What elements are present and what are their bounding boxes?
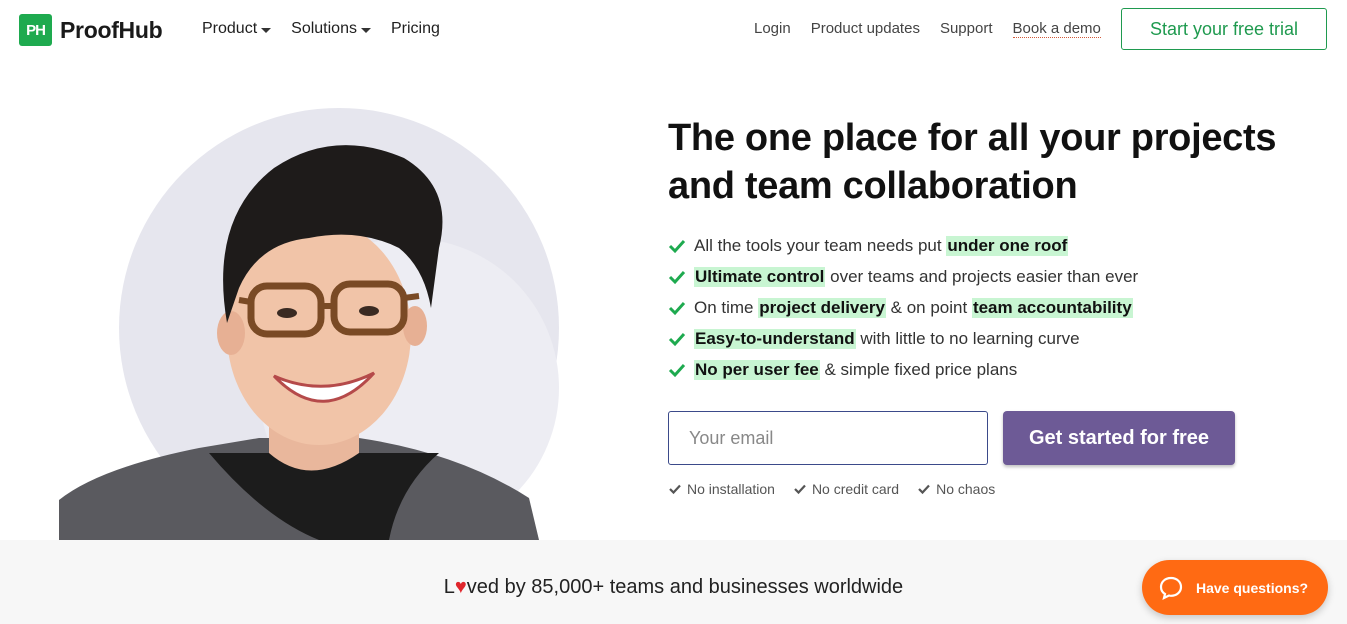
note-no-credit-card: No credit card xyxy=(793,481,899,497)
check-icon xyxy=(794,484,806,495)
hero-illustration xyxy=(59,108,579,540)
check-icon xyxy=(668,239,686,253)
feature-text: On time xyxy=(694,297,759,317)
feature-text: All the tools your team needs put xyxy=(694,235,947,255)
loved-prefix: L xyxy=(443,576,455,598)
hero-headline: The one place for all your projects and … xyxy=(668,117,1277,207)
nav-solutions[interactable]: Solutions xyxy=(291,20,371,38)
feature-highlight: Easy-to-understand xyxy=(694,328,856,349)
feature-item: Ultimate control over teams and projects… xyxy=(668,261,1138,292)
check-icon xyxy=(668,270,686,284)
note-no-chaos: No chaos xyxy=(917,481,995,497)
nav-pricing[interactable]: Pricing xyxy=(391,20,440,38)
feature-highlight: team accountability xyxy=(971,297,1133,318)
email-input[interactable] xyxy=(668,411,988,465)
chat-widget-button[interactable]: Have questions? xyxy=(1142,560,1328,615)
cta-notes: No installation No credit card No chaos xyxy=(668,481,995,497)
feature-item: No per user fee & simple fixed price pla… xyxy=(668,354,1138,385)
site-header: PH ProofHub Product Solutions Pricing Lo… xyxy=(0,0,1347,60)
get-started-button[interactable]: Get started for free xyxy=(1003,411,1235,465)
note-label: No credit card xyxy=(811,481,900,497)
logo-text: ProofHub xyxy=(60,16,163,43)
nav-product-updates[interactable]: Product updates xyxy=(811,20,920,38)
feature-list: All the tools your team needs put under … xyxy=(668,230,1138,385)
check-icon xyxy=(668,332,686,346)
nav-login[interactable]: Login xyxy=(754,20,791,38)
nav-product[interactable]: Product xyxy=(202,20,272,38)
feature-highlight: under one roof xyxy=(946,235,1069,256)
smiling-person-image xyxy=(59,145,539,540)
feature-item: On time project delivery & on point team… xyxy=(668,292,1138,323)
nav-product-label: Product xyxy=(202,20,258,37)
feature-text: with little to no learning curve xyxy=(855,328,1080,348)
primary-nav: Product Solutions Pricing xyxy=(202,20,440,38)
feature-text: over teams and projects easier than ever xyxy=(825,266,1139,286)
nav-solutions-label: Solutions xyxy=(291,20,357,37)
note-label: No installation xyxy=(687,481,775,497)
nav-book-demo[interactable]: Book a demo xyxy=(1012,20,1101,38)
logo-mark: PH xyxy=(19,14,52,46)
feature-text: & on point xyxy=(885,297,972,317)
chat-bubble-icon xyxy=(1159,576,1183,600)
loved-suffix: ved by 85,000+ teams and businesses worl… xyxy=(466,576,904,598)
chevron-down-icon xyxy=(360,27,371,33)
feature-item: Easy-to-understand with little to no lea… xyxy=(668,323,1138,354)
feature-highlight: Ultimate control xyxy=(694,266,826,287)
secondary-nav: Login Product updates Support Book a dem… xyxy=(754,20,1101,38)
note-label: No chaos xyxy=(936,481,996,497)
check-icon xyxy=(668,363,686,377)
feature-item: All the tools your team needs put under … xyxy=(668,230,1138,261)
start-free-trial-button[interactable]: Start your free trial xyxy=(1121,8,1327,50)
feature-text: & simple fixed price plans xyxy=(819,359,1018,379)
check-icon xyxy=(668,301,686,315)
feature-highlight: No per user fee xyxy=(694,359,820,380)
proofhub-logo[interactable]: PH ProofHub xyxy=(19,14,163,46)
nav-pricing-label: Pricing xyxy=(390,20,440,37)
heart-icon: ♥ xyxy=(454,576,467,598)
chevron-down-icon xyxy=(261,27,272,33)
chat-label: Have questions? xyxy=(1196,579,1309,596)
nav-support[interactable]: Support xyxy=(940,20,993,38)
note-no-installation: No installation xyxy=(668,481,775,497)
feature-highlight: project delivery xyxy=(758,297,886,318)
check-icon xyxy=(918,484,930,495)
check-icon xyxy=(669,484,681,495)
